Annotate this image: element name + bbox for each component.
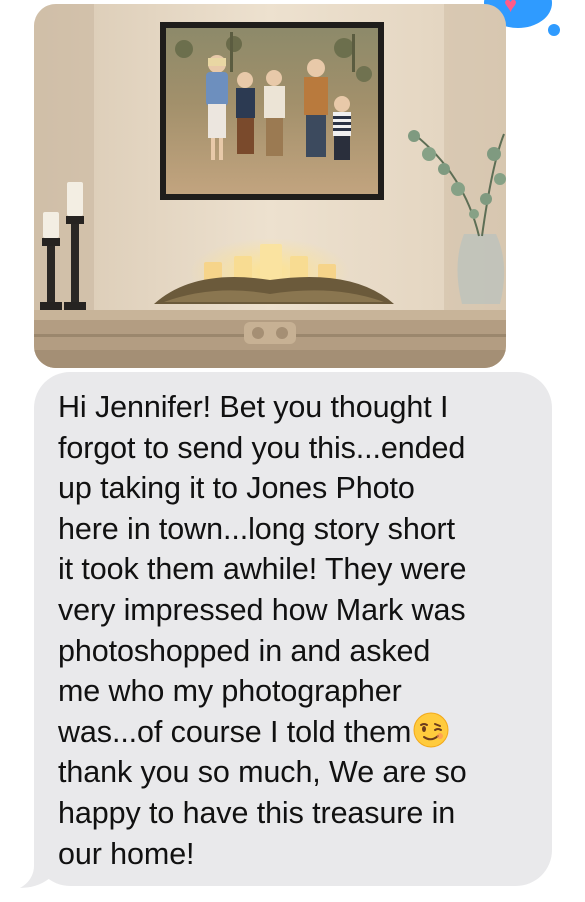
message-line: it took them awhile! They were — [58, 552, 467, 587]
message-text: Hi Jennifer! Bet you thought I forgot to… — [58, 387, 542, 874]
photo-attachment[interactable] — [34, 4, 506, 368]
message-line-with-emoji: was...of course I told them — [58, 712, 542, 753]
winking-face-emoji-icon — [413, 712, 449, 748]
message-line: thank you so much, We are so — [58, 755, 467, 790]
message-line: forgot to send you this...ended — [58, 430, 466, 465]
message-line: here in town...long story short — [58, 511, 455, 546]
heart-tapback-icon: ♥ — [504, 0, 518, 17]
message-line: me who my photographer — [58, 674, 402, 709]
message-line: up taking it to Jones Photo — [58, 471, 415, 506]
message-line: happy to have this treasure in — [58, 795, 456, 830]
message-line: was...of course I told them — [58, 714, 412, 749]
family-photo-image — [34, 4, 506, 368]
message-line: photoshopped in and asked — [58, 633, 431, 668]
reaction-badge-tail — [548, 24, 560, 36]
message-line: very impressed how Mark was — [58, 592, 466, 627]
message-line: our home! — [58, 836, 195, 871]
message-line: Hi Jennifer! Bet you thought I — [58, 390, 449, 424]
